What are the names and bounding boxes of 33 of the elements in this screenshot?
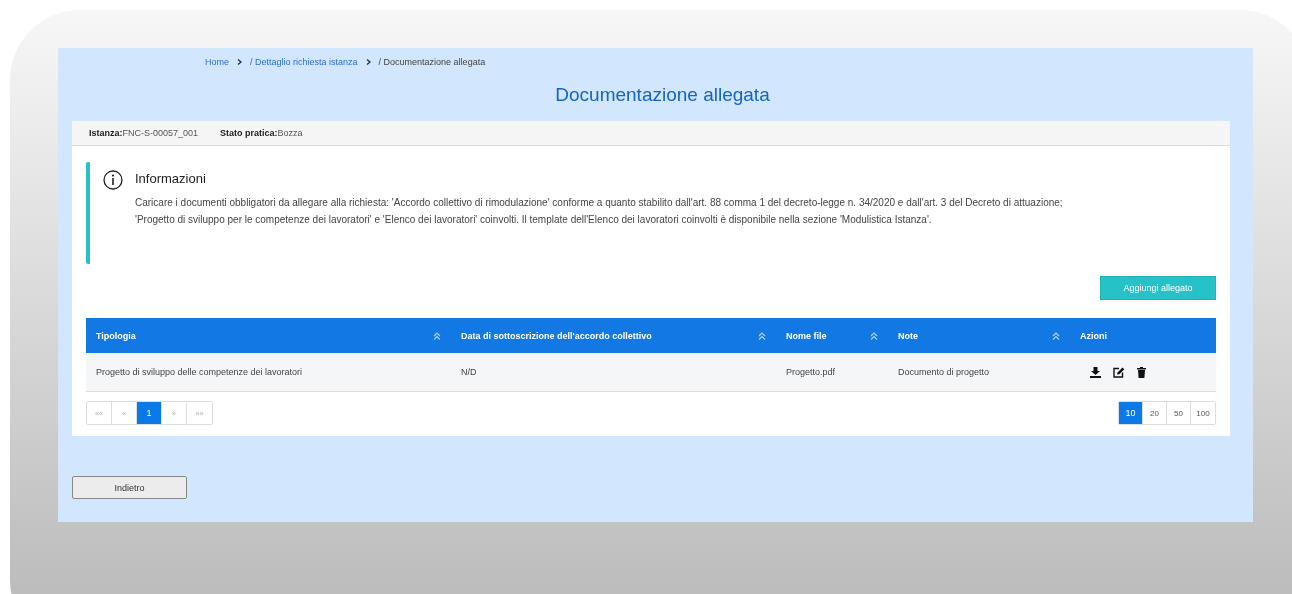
breadcrumb-current: / Documentazione allegata (378, 57, 486, 67)
summary-label: Istanza: (89, 128, 123, 138)
summary-value: FNC-S-00057_001 (122, 128, 199, 138)
info-text: Caricare i documenti obbligatori da allegare alla richiesta: 'Accordo collettivo di rimodulazione' conforme a quanto stabilito dall'art. 88 comma 1 del decreto-legge n. 34/2020 e dall'art. 3 del Decreto di attuazione; 'Progetto di sviluppo per le competenze dei lavoratori' e 'Elenco dei lavoratori' coinvolti. Il template dell'Elenco dei lavoratori coinvolti è disponibile nella sezione 'Modulistica Istanza'. (135, 196, 1064, 227)
sort-icon[interactable] (758, 331, 766, 340)
download-icon[interactable] (1090, 366, 1101, 378)
table-cell: Progetto di sviluppo delle competenze dei lavoratori (96, 367, 303, 377)
column-header[interactable]: Tipologia (86, 318, 451, 353)
sort-icon[interactable] (870, 331, 878, 340)
trash-icon[interactable] (1137, 366, 1146, 378)
page-size-button[interactable]: 10 (1119, 402, 1143, 424)
summary-value: Bozza (277, 128, 303, 138)
summary-label: Stato pratica: (220, 128, 278, 138)
column-header[interactable]: Data di sottoscrizione dell'accordo collettivo (451, 318, 776, 353)
table-cell: Progetto.pdf (786, 367, 836, 377)
info-icon (103, 170, 123, 190)
column-header: Azioni (1079, 329, 1108, 343)
column-header[interactable]: Note (888, 318, 1070, 353)
back-button[interactable]: Indietro (72, 476, 187, 499)
info-title: Informazioni (135, 171, 207, 186)
edit-icon[interactable] (1113, 366, 1125, 378)
breadcrumb-link[interactable]: Home (205, 57, 229, 67)
chevron-icon (237, 59, 242, 65)
page-button[interactable]: 1 (137, 402, 162, 424)
chevron-icon (365, 59, 371, 65)
table-cell: Documento di progetto (898, 367, 990, 377)
sort-icon[interactable] (433, 331, 441, 340)
page-title: Documentazione allegata (554, 83, 771, 107)
sort-icon[interactable] (1052, 331, 1060, 340)
column-header[interactable]: Nome file (776, 318, 888, 353)
add-attachment-button[interactable]: Aggiungi allegato (1100, 276, 1216, 300)
breadcrumb-link[interactable]: / Dettaglio richiesta istanza (250, 57, 358, 67)
table-cell: N/D (461, 367, 477, 377)
